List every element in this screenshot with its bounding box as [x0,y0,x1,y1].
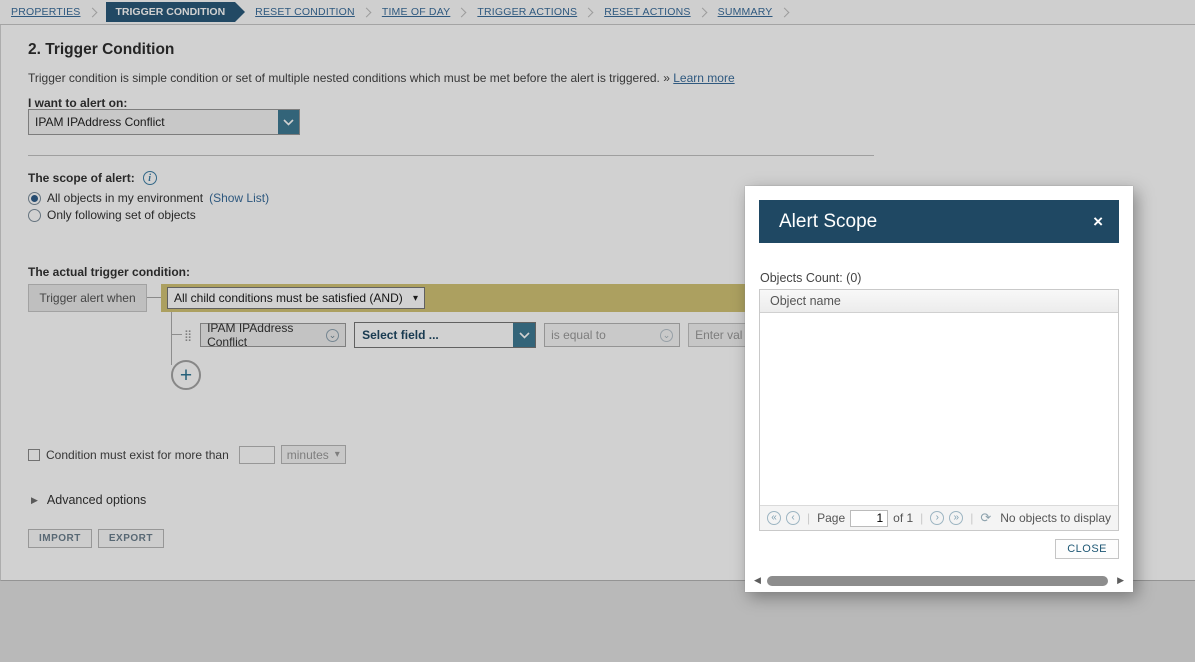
pager-status-text: No objects to display [1000,511,1111,525]
grid-body-empty [760,313,1118,505]
refresh-icon[interactable]: ⟳ [980,510,991,526]
horizontal-scrollbar: ◀ ▶ [751,574,1127,587]
scroll-right-icon[interactable]: ▶ [1114,575,1127,586]
pager-divider: | [970,511,974,525]
close-button[interactable]: CLOSE [1055,539,1119,559]
pager-divider: | [807,511,811,525]
last-page-icon[interactable]: » [949,511,964,525]
prev-page-icon[interactable]: ‹ [786,511,800,525]
dialog-title: Alert Scope [779,210,878,232]
objects-count: Objects Count: (0) [760,271,862,285]
page-number-input[interactable] [850,509,889,527]
alert-scope-dialog: Alert Scope × Objects Count: (0) Object … [745,186,1133,592]
dialog-header: Alert Scope × [759,200,1119,243]
page-of-label: of 1 [893,511,914,525]
objects-grid: Object name « ‹ | Page of 1 | › » | ⟳ No… [759,289,1119,531]
next-page-icon[interactable]: › [930,511,945,525]
page-label: Page [817,511,846,525]
scrollbar-thumb[interactable] [766,575,1109,586]
scroll-left-icon[interactable]: ◀ [751,575,764,586]
close-icon[interactable]: × [1093,213,1103,230]
first-page-icon[interactable]: « [767,511,781,525]
grid-pager: « ‹ | Page of 1 | › » | ⟳ No objects to … [760,505,1118,530]
pager-divider: | [920,511,924,525]
grid-column-header[interactable]: Object name [760,290,1118,313]
